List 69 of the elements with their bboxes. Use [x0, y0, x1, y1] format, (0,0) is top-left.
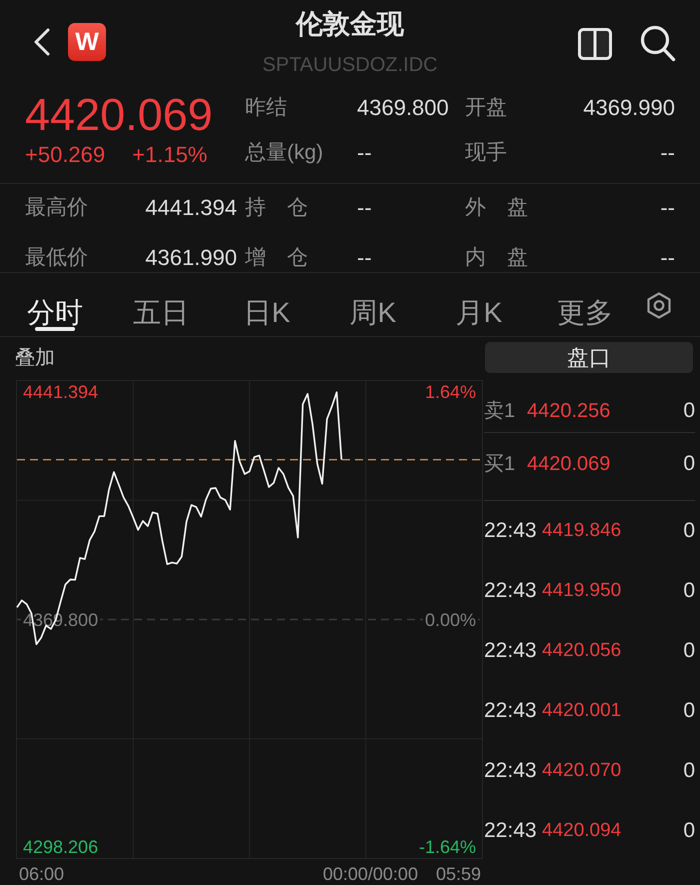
stat-value: 4369.800: [357, 95, 449, 121]
trade-price: 4419.846: [542, 519, 622, 543]
trade-time: 22:43: [484, 818, 538, 844]
trade-price: 4420.056: [542, 639, 622, 663]
level-label: 卖1: [484, 399, 516, 424]
stat-label: 内 盘: [465, 245, 528, 271]
stat-label: 最高价: [25, 195, 88, 221]
stat-label: 持 仓: [245, 195, 308, 221]
trade-price: 4420.070: [542, 759, 622, 783]
trade-time: 22:43: [484, 638, 538, 664]
stat-value: --: [357, 195, 372, 221]
stat-label: 总量(kg): [245, 140, 324, 166]
trade-time: 22:43: [484, 698, 538, 724]
stat-label: 外 盘: [465, 195, 528, 221]
stat-label: 现手: [465, 140, 507, 166]
trade-volume: 0: [683, 638, 695, 664]
stat-value: --: [357, 245, 372, 271]
stat-value: 4369.990: [583, 95, 675, 121]
time-axis-label: 06:00: [19, 864, 64, 884]
price-change: +50.269: [25, 142, 106, 168]
percent-axis-label: -1.64%: [418, 836, 477, 858]
settings-icon[interactable]: [647, 292, 671, 319]
trade-price: 4420.001: [542, 699, 622, 723]
stat-value: --: [660, 140, 675, 166]
time-axis-label: 05:59: [436, 864, 481, 884]
price-axis-label: 4298.206: [22, 836, 100, 858]
stat-label: 增 仓: [245, 245, 308, 271]
trade-volume: 0: [683, 818, 695, 844]
stat-label: 开盘: [465, 95, 507, 121]
stat-value: 4441.394: [145, 195, 237, 221]
trade-time: 22:43: [484, 758, 538, 784]
back-icon[interactable]: [33, 28, 50, 56]
price-axis-label: 4441.394: [22, 381, 100, 403]
level-price: 4420.256: [527, 399, 610, 424]
trade-price: 4419.950: [542, 579, 622, 603]
time-axis-label: 00:00/00:00: [322, 864, 418, 884]
symbol-code: SPTAUUSDOZ.IDC: [262, 53, 438, 77]
trade-time: 22:43: [484, 518, 538, 544]
trade-price: 4420.094: [542, 819, 622, 843]
period-tab[interactable]: 分时: [2, 273, 108, 336]
percent-change: +1.15%: [132, 142, 208, 168]
stat-value: --: [660, 195, 675, 221]
trade-volume: 0: [683, 518, 695, 544]
split-view-icon[interactable]: [578, 28, 612, 60]
trade-volume: 0: [683, 698, 695, 724]
period-tab[interactable]: 月K: [426, 273, 532, 336]
stat-label: 昨结: [245, 95, 287, 121]
overlay-option[interactable]: 叠加: [15, 346, 55, 370]
period-tab[interactable]: 日K: [214, 273, 320, 336]
last-price: 4420.069: [25, 91, 214, 139]
page-title: 伦敦金现: [296, 8, 404, 41]
period-tab[interactable]: 五日: [108, 273, 214, 336]
trade-volume: 0: [683, 578, 695, 604]
search-icon[interactable]: [640, 25, 676, 62]
stat-value: --: [357, 140, 372, 166]
period-tab[interactable]: 周K: [320, 273, 426, 336]
order-book-button[interactable]: 盘口: [485, 342, 693, 373]
stat-label: 最低价: [25, 245, 88, 271]
trade-time: 22:43: [484, 578, 538, 604]
level-price: 4420.069: [527, 452, 610, 477]
app-logo: W: [68, 23, 106, 61]
level-volume: 0: [683, 398, 695, 424]
stat-value: 4361.990: [145, 245, 237, 271]
level-volume: 0: [683, 451, 695, 477]
period-tab[interactable]: 更多: [532, 273, 638, 336]
stat-value: --: [660, 245, 675, 271]
trade-volume: 0: [683, 758, 695, 784]
percent-axis-label: 1.64%: [424, 381, 477, 403]
level-label: 买1: [484, 452, 516, 477]
